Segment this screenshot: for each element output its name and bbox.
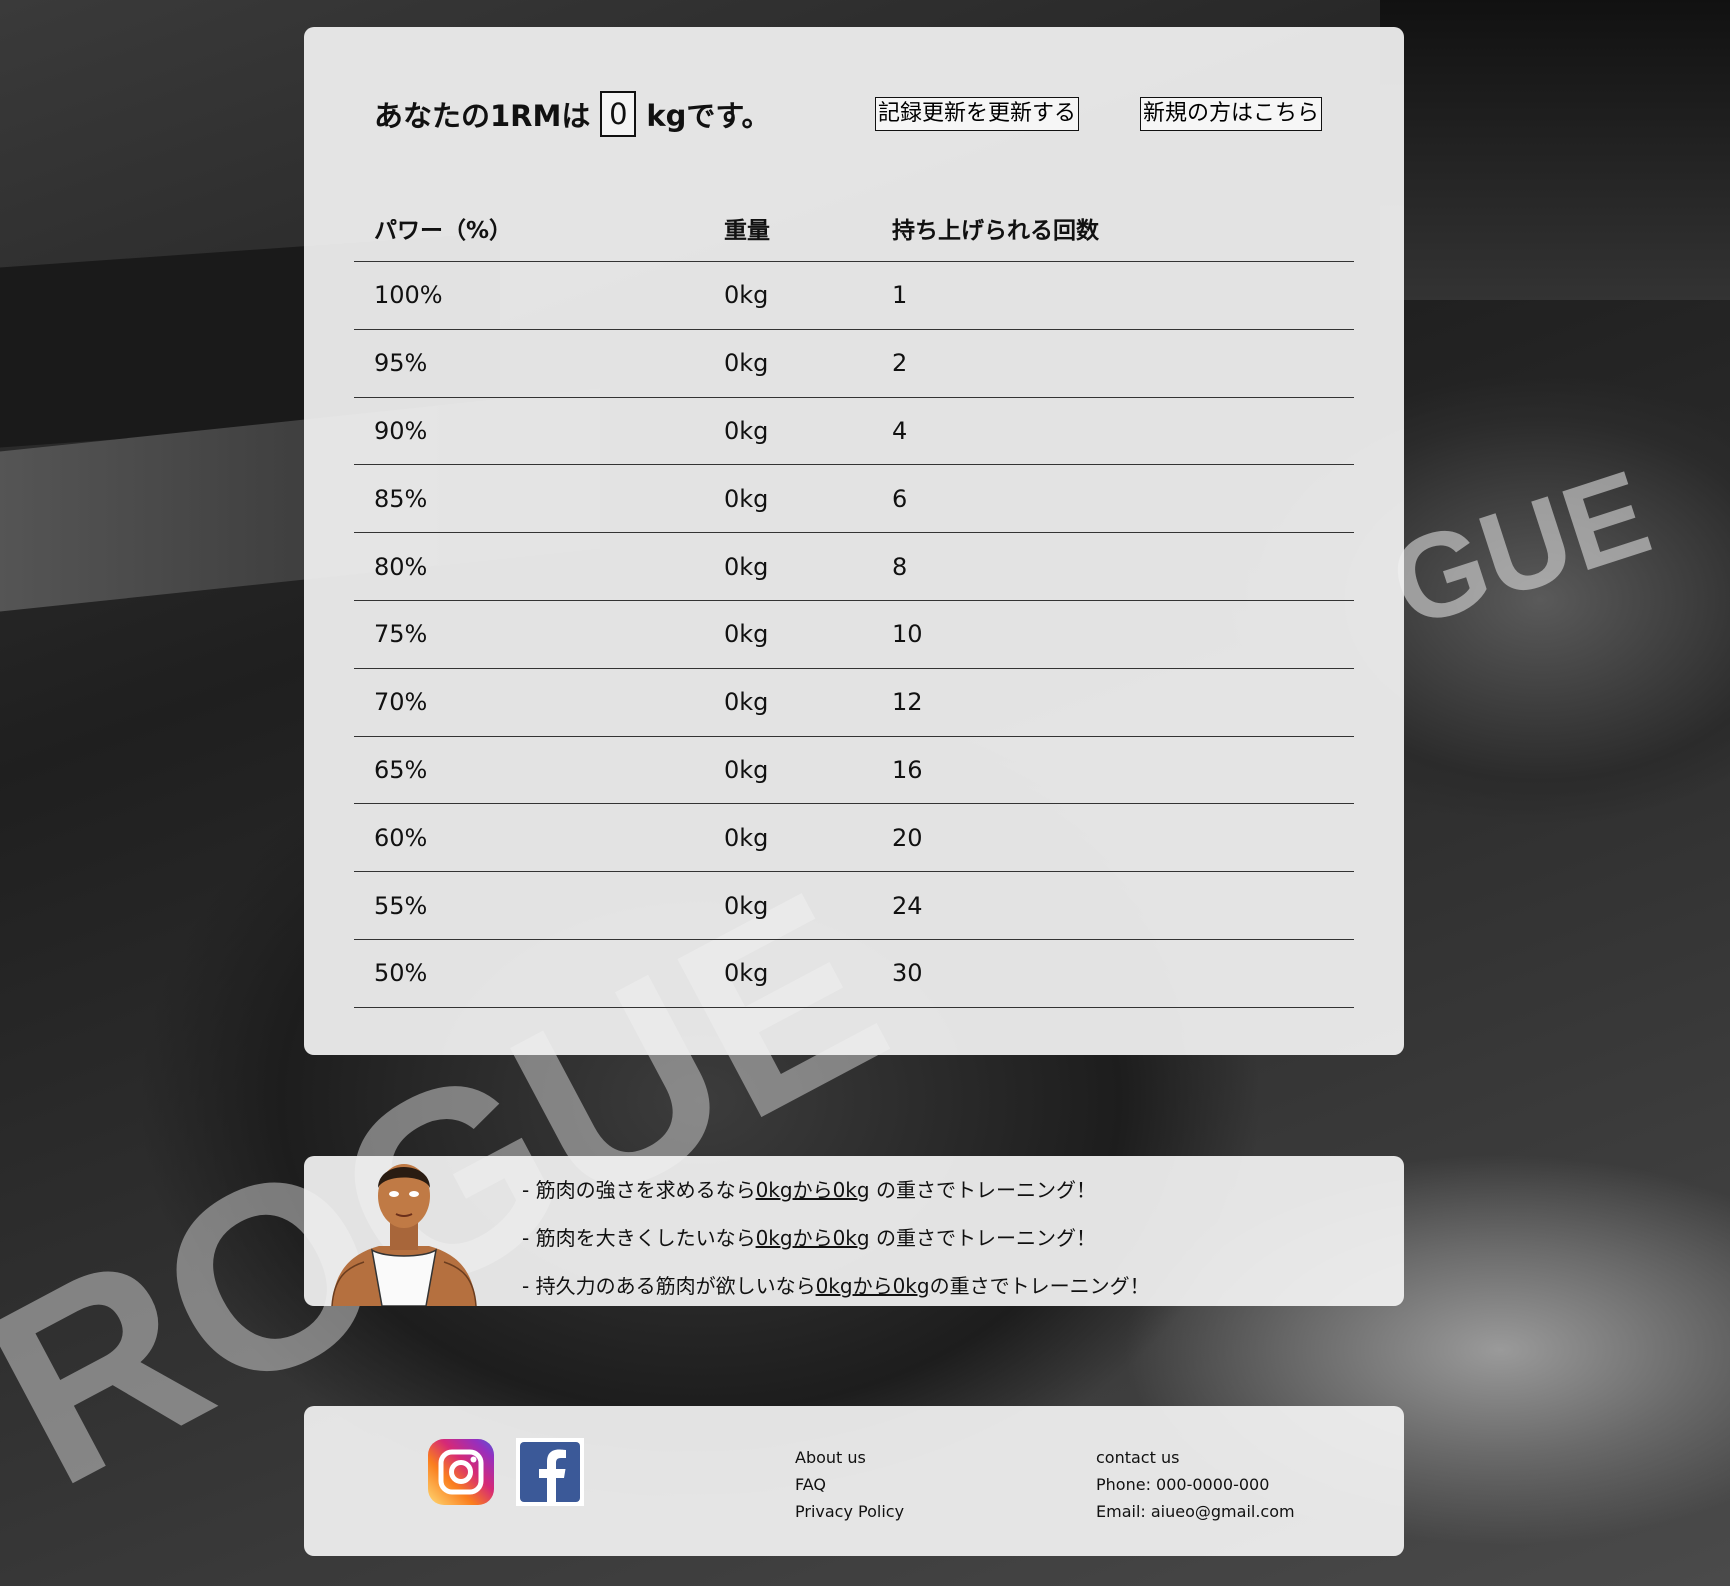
cell-reps: 30 — [872, 939, 1354, 1008]
cell-reps: 12 — [872, 668, 1354, 737]
cell-reps: 1 — [872, 261, 1354, 330]
update-record-button[interactable]: 記録更新を更新する — [875, 97, 1080, 131]
cell-power: 50% — [354, 939, 704, 1008]
cell-weight: 0kg — [704, 329, 872, 398]
table-row: 55% 0kg 24 — [354, 871, 1354, 940]
cell-power: 95% — [354, 329, 704, 398]
contact-phone: Phone: 000-0000-000 — [1096, 1475, 1270, 1494]
tip-size-suffix: の重さでトレーニング！ — [869, 1226, 1096, 1250]
main-panel: あなたの1RMは 0 kgです。 記録更新を更新する 新規の方はこちら パワー（… — [304, 27, 1404, 1055]
footer: About us FAQ Privacy Policy contact us P… — [304, 1406, 1404, 1556]
table-row: 75% 0kg 10 — [354, 600, 1354, 669]
column-header-reps: 持ち上げられる回数 — [872, 195, 1354, 262]
column-header-weight: 重量 — [704, 195, 872, 262]
tip-size-prefix: - 筋肉を大きくしたいなら — [522, 1226, 756, 1250]
tip-size-range-link[interactable]: 0kgから0kg — [756, 1226, 870, 1250]
footer-link-faq[interactable]: FAQ — [795, 1471, 904, 1498]
tip-endurance-range-link[interactable]: 0kgから0kg — [816, 1274, 930, 1298]
cell-weight: 0kg — [704, 600, 872, 669]
rm-table: パワー（%） 重量 持ち上げられる回数 100% 0kg 1 95% 0kg 2… — [354, 195, 1354, 1008]
tip-strength: - 筋肉の強さを求めるなら0kgから0kg の重さでトレーニング！ — [522, 1174, 1096, 1203]
cell-power: 75% — [354, 600, 704, 669]
tip-strength-prefix: - 筋肉の強さを求めるなら — [522, 1178, 756, 1202]
table-header-row: パワー（%） 重量 持ち上げられる回数 — [354, 195, 1354, 262]
cell-weight: 0kg — [704, 532, 872, 601]
cell-weight: 0kg — [704, 261, 872, 330]
table-row: 100% 0kg 1 — [354, 261, 1354, 330]
cell-weight: 0kg — [704, 397, 872, 466]
cell-power: 65% — [354, 736, 704, 805]
table-row: 60% 0kg 20 — [354, 803, 1354, 873]
tip-size: - 筋肉を大きくしたいなら0kgから0kg の重さでトレーニング！ — [522, 1222, 1096, 1251]
footer-link-privacy[interactable]: Privacy Policy — [795, 1498, 904, 1525]
table-row: 85% 0kg 6 — [354, 464, 1354, 534]
one-rm-value-field[interactable]: 0 — [600, 91, 637, 137]
contact-title: contact us — [1096, 1448, 1180, 1467]
training-tips-panel: - 筋肉の強さを求めるなら0kgから0kg の重さでトレーニング！ - 筋肉を大… — [304, 1156, 1404, 1306]
cell-weight: 0kg — [704, 871, 872, 940]
footer-links: About us FAQ Privacy Policy — [795, 1444, 904, 1525]
column-header-power: パワー（%） — [354, 195, 704, 262]
cell-reps: 8 — [872, 532, 1354, 601]
table-row: 95% 0kg 2 — [354, 329, 1354, 398]
background-logo-small: GUE — [1375, 445, 1665, 653]
table-row: 90% 0kg 4 — [354, 397, 1354, 466]
table-row: 80% 0kg 8 — [354, 532, 1354, 601]
cell-power: 55% — [354, 871, 704, 940]
cell-reps: 4 — [872, 397, 1354, 466]
tip-strength-range-link[interactable]: 0kgから0kg — [756, 1178, 870, 1202]
contact-email: Email: aiueo@gmail.com — [1096, 1502, 1295, 1521]
table-row: 70% 0kg 12 — [354, 668, 1354, 737]
cell-weight: 0kg — [704, 736, 872, 805]
cell-power: 70% — [354, 668, 704, 737]
footer-link-about[interactable]: About us — [795, 1444, 904, 1471]
instagram-icon[interactable] — [427, 1438, 495, 1506]
facebook-icon[interactable] — [516, 1438, 584, 1506]
cell-weight: 0kg — [704, 464, 872, 534]
table-row: 50% 0kg 30 — [354, 939, 1354, 1008]
footer-contact: contact us Phone: 000-0000-000 Email: ai… — [1096, 1444, 1295, 1525]
table-row: 65% 0kg 16 — [354, 736, 1354, 805]
cell-weight: 0kg — [704, 668, 872, 737]
cell-reps: 24 — [872, 871, 1354, 940]
tip-endurance: - 持久力のある筋肉が欲しいなら0kgから0kgの重さでトレーニング！ — [522, 1270, 1150, 1299]
one-rm-prefix: あなたの1RMは — [374, 99, 591, 133]
cell-weight: 0kg — [704, 939, 872, 1008]
cell-reps: 10 — [872, 600, 1354, 669]
cell-weight: 0kg — [704, 803, 872, 873]
background-dumbbell-end-shape — [1380, 0, 1730, 300]
cell-power: 85% — [354, 464, 704, 534]
one-rm-suffix: kgです。 — [646, 99, 771, 133]
tip-endurance-prefix: - 持久力のある筋肉が欲しいなら — [522, 1274, 816, 1298]
cell-reps: 20 — [872, 803, 1354, 873]
cell-reps: 2 — [872, 329, 1354, 398]
cell-power: 60% — [354, 803, 704, 873]
tip-endurance-suffix: の重さでトレーニング！ — [929, 1274, 1150, 1298]
muscle-man-illustration — [331, 1164, 477, 1306]
cell-reps: 16 — [872, 736, 1354, 805]
tip-strength-suffix: の重さでトレーニング！ — [869, 1178, 1096, 1202]
one-rm-line: あなたの1RMは 0 kgです。 — [374, 91, 771, 137]
cell-reps: 6 — [872, 464, 1354, 534]
new-user-button[interactable]: 新規の方はこちら — [1140, 97, 1323, 131]
cell-power: 90% — [354, 397, 704, 466]
cell-power: 80% — [354, 532, 704, 601]
cell-power: 100% — [354, 261, 704, 330]
